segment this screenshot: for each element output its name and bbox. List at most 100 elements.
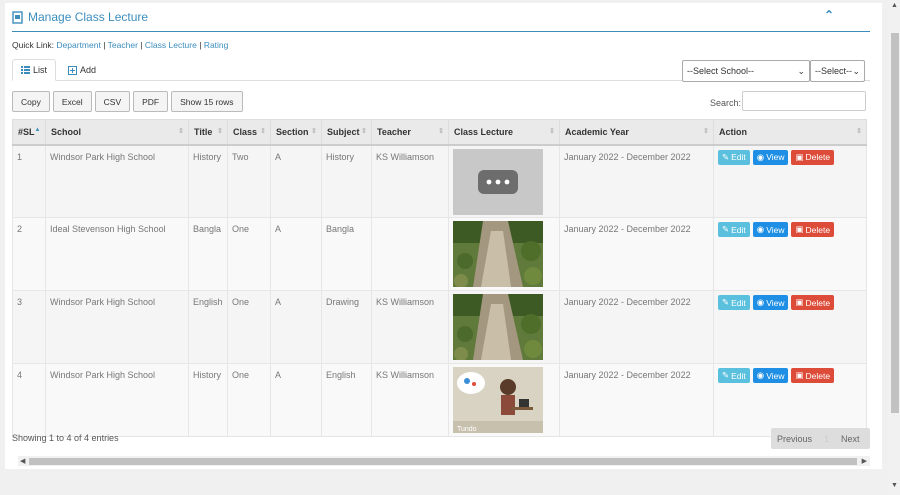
cell-title: Bangla (188, 217, 228, 291)
sort-icon: ⇕ (438, 128, 444, 135)
cell-class: One (227, 290, 271, 364)
eye-icon: ◉ (756, 370, 765, 380)
eye-icon: ◉ (756, 151, 765, 162)
cell-action: ✎ Edit ◉ View ▣ Delete (713, 363, 867, 437)
edit-button[interactable]: ✎ Edit (718, 222, 750, 237)
quick-link-class-lecture[interactable]: Class Lecture (145, 40, 197, 50)
view-button[interactable]: ◉ View (752, 149, 789, 165)
separator: | (103, 40, 106, 50)
column-header-title[interactable]: Title ⇕ (188, 119, 228, 146)
video-placeholder-thumbnail[interactable] (453, 148, 543, 215)
show-rows-button[interactable]: Show 15 rows (171, 91, 243, 112)
document-icon (12, 10, 23, 24)
cell-teacher: KS Williamson (371, 363, 449, 437)
school-select[interactable]: --Select School-- ⌄ (682, 60, 810, 82)
delete-button[interactable]: ▣ Delete (791, 149, 835, 165)
quick-link-rating[interactable]: Rating (204, 40, 229, 50)
csv-button[interactable]: CSV (94, 91, 131, 112)
chevron-down-icon: ⌄ (852, 65, 860, 76)
table-row: 2 Ideal Stevenson High School Bangla One A Ba… (12, 217, 867, 291)
search-input[interactable] (742, 91, 866, 111)
column-header-teacher[interactable]: Teacher ⇕ (371, 119, 449, 146)
cell-academic-year: January 2022 - December 2022 (559, 290, 714, 364)
cell-title: History (188, 144, 228, 218)
edit-button[interactable]: ✎ Edit (718, 295, 750, 310)
cell-school: Ideal Stevenson High School (45, 217, 189, 291)
next-button[interactable]: Next (835, 434, 866, 444)
quick-link-department[interactable]: Department (56, 40, 100, 50)
cell-academic-year: January 2022 - December 2022 (559, 217, 714, 291)
column-header-academic-year[interactable]: Academic Year ⇕ (559, 119, 714, 146)
scroll-thumb[interactable] (891, 33, 899, 413)
view-button[interactable]: ◉ View (752, 222, 789, 237)
delete-button[interactable]: ▣ Delete (791, 368, 835, 383)
view-button[interactable]: ◉ View (752, 295, 789, 310)
scroll-up-icon[interactable]: ▲ (891, 2, 898, 9)
lecture-table: #SL▲ School ⇕ Title ⇕ Class ⇕ Section ⇕ Subj… (12, 119, 867, 437)
cell-class: Two (227, 144, 271, 218)
sort-icon: ⇕ (178, 128, 184, 135)
separator: | (199, 40, 202, 50)
cell-sl: 1 (12, 144, 46, 218)
collapse-icon[interactable]: ⌃ (824, 8, 834, 22)
copy-button[interactable]: Copy (12, 91, 50, 112)
lecture-cartoon-thumbnail[interactable]: Tundo (453, 367, 543, 433)
column-header-action[interactable]: Action ⇕ (713, 119, 867, 146)
edit-button[interactable]: ✎ Edit (718, 149, 750, 165)
quick-link-label: Quick Link: (12, 40, 55, 50)
edit-icon: ✎ (722, 297, 730, 307)
edit-button[interactable]: ✎ Edit (718, 368, 750, 383)
pdf-button[interactable]: PDF (133, 91, 169, 112)
quick-link-teacher[interactable]: Teacher (108, 40, 138, 50)
eye-icon: ◉ (756, 224, 765, 234)
thumbnail-caption: Tundo (457, 426, 477, 433)
edit-icon: ✎ (722, 370, 730, 380)
trash-icon: ▣ (795, 297, 804, 307)
excel-button[interactable]: Excel (52, 91, 92, 112)
column-header-section[interactable]: Section ⇕ (270, 119, 322, 146)
column-header-school[interactable]: School ⇕ (45, 119, 189, 146)
scroll-left-icon[interactable]: ◀ (20, 457, 25, 465)
cell-sl: 4 (12, 363, 46, 437)
cell-subject: English (321, 363, 372, 437)
edit-icon: ✎ (722, 151, 730, 162)
column-header-class-lecture[interactable]: Class Lecture ⇕ (448, 119, 560, 146)
column-header-subject[interactable]: Subject ⇕ (321, 119, 372, 146)
delete-button[interactable]: ▣ Delete (791, 222, 835, 237)
lecture-photo-thumbnail[interactable] (453, 294, 543, 360)
scroll-thumb[interactable] (29, 458, 857, 465)
page-1-button[interactable]: 1 (818, 434, 835, 444)
cell-sl: 3 (12, 290, 46, 364)
sort-icon: ⇕ (856, 128, 862, 135)
view-button[interactable]: ◉ View (752, 368, 789, 383)
delete-button[interactable]: ▣ Delete (791, 295, 835, 310)
lecture-photo-thumbnail[interactable] (453, 221, 543, 287)
cell-school: Windsor Park High School (45, 363, 189, 437)
tab-list[interactable]: List (12, 59, 57, 81)
tab-add[interactable]: Add (60, 59, 104, 81)
cell-school: Windsor Park High School (45, 144, 189, 218)
cell-subject: Bangla (321, 217, 372, 291)
cell-title: History (188, 363, 228, 437)
cell-class-lecture (448, 290, 560, 364)
column-header-class[interactable]: Class ⇕ (227, 119, 271, 146)
quick-links: Quick Link: Department | Teacher | Class… (12, 40, 228, 50)
cell-academic-year: January 2022 - December 2022 (559, 144, 714, 218)
previous-button[interactable]: Previous (771, 434, 818, 444)
cell-academic-year: January 2022 - December 2022 (559, 363, 714, 437)
scroll-down-icon[interactable]: ▼ (891, 482, 898, 489)
horizontal-scrollbar[interactable]: ◀ ▶ (18, 456, 870, 466)
sort-icon: ⇕ (311, 128, 317, 135)
eye-icon: ◉ (756, 297, 765, 307)
search-label: Search: (710, 98, 742, 108)
sort-icon: ⇕ (260, 128, 266, 135)
trash-icon: ▣ (795, 151, 804, 162)
table-row: 4 Windsor Park High School History One A Engl… (12, 363, 867, 437)
secondary-select[interactable]: --Select-- ⌄ (810, 60, 865, 82)
trash-icon: ▣ (795, 224, 804, 234)
cell-teacher: KS Williamson (371, 144, 449, 218)
vertical-scrollbar[interactable]: ▲ ▼ (889, 0, 900, 495)
trash-icon: ▣ (795, 370, 804, 380)
scroll-right-icon[interactable]: ▶ (862, 457, 867, 465)
column-header-sl[interactable]: #SL▲ (12, 119, 46, 146)
